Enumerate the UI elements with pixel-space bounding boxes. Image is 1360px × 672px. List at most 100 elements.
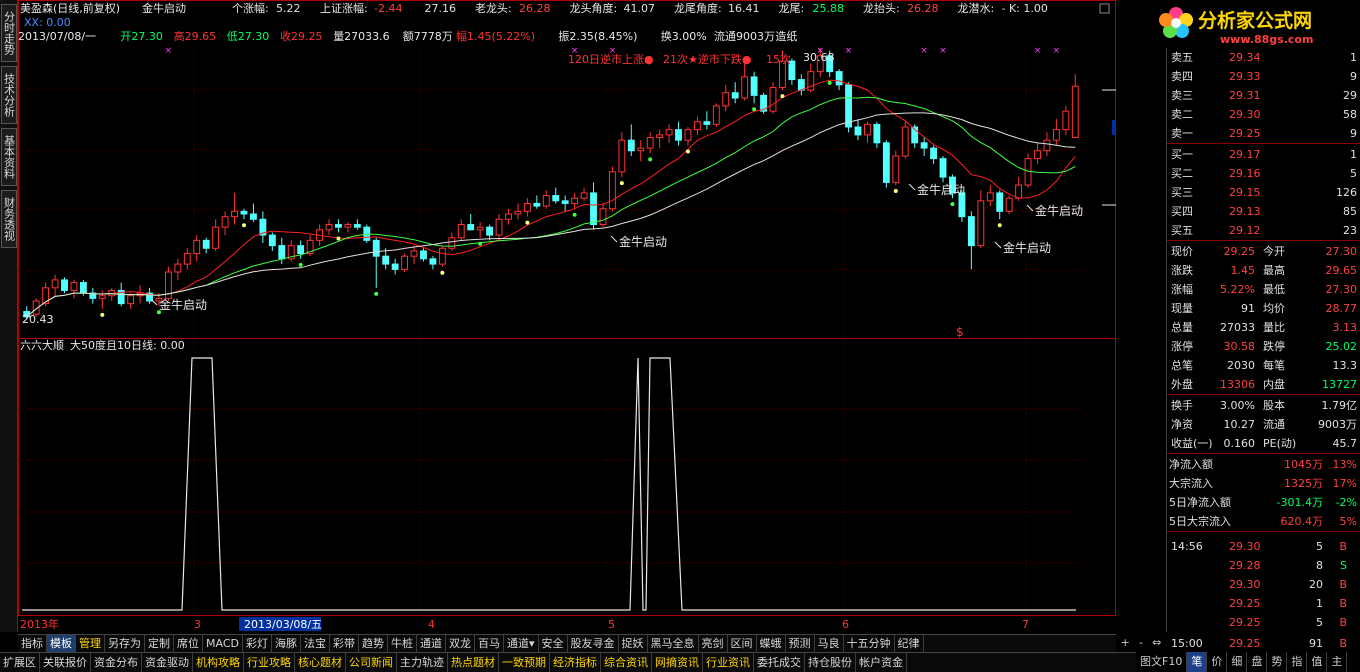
candle[interactable]: [1034, 150, 1041, 160]
indicator-button[interactable]: 牛桩: [388, 635, 417, 652]
candle[interactable]: [873, 123, 881, 144]
candle[interactable]: [61, 279, 68, 291]
indicator-button[interactable]: 纪律: [895, 635, 924, 652]
zoom-button[interactable]: ⇔: [1152, 634, 1161, 652]
candle[interactable]: [335, 224, 342, 228]
candle[interactable]: [51, 279, 59, 289]
candle[interactable]: [854, 126, 862, 136]
indicator-button[interactable]: 百马: [475, 635, 504, 652]
info-button[interactable]: 主力轨迹: [397, 653, 448, 672]
bottom-tab[interactable]: 图文F10: [1136, 652, 1188, 672]
info-button[interactable]: 资金驱动: [142, 653, 193, 672]
zoom-button[interactable]: +: [1121, 634, 1130, 652]
info-button[interactable]: 行业攻略: [244, 653, 295, 672]
info-button[interactable]: 核心题材: [295, 653, 346, 672]
candle[interactable]: [174, 263, 182, 273]
candle[interactable]: [939, 158, 947, 178]
candle[interactable]: [684, 129, 692, 141]
candle[interactable]: [476, 226, 484, 231]
indicator-button[interactable]: 席位: [174, 635, 203, 652]
indicator-button[interactable]: 双龙: [446, 635, 475, 652]
candle[interactable]: [278, 245, 286, 260]
bottom-tab[interactable]: 价: [1207, 652, 1228, 672]
left-tab[interactable]: 财务透视: [1, 190, 17, 248]
indicator-button[interactable]: 指标: [18, 635, 47, 652]
candle[interactable]: [401, 255, 409, 270]
candle[interactable]: [221, 216, 229, 228]
candle[interactable]: [845, 84, 852, 128]
candle[interactable]: [835, 71, 843, 86]
candle[interactable]: [930, 147, 938, 160]
candle[interactable]: [646, 137, 654, 149]
candle[interactable]: [1015, 184, 1023, 199]
info-button[interactable]: 经济指标: [550, 653, 601, 672]
candle[interactable]: [410, 250, 418, 257]
info-button[interactable]: 热点题材: [448, 653, 499, 672]
candle[interactable]: [542, 195, 550, 207]
candle[interactable]: [429, 258, 437, 265]
candle[interactable]: [1071, 85, 1079, 139]
candle[interactable]: [240, 210, 248, 215]
indicator-button[interactable]: MACD: [203, 635, 243, 652]
indicator-button[interactable]: 捉妖: [619, 635, 648, 652]
candle[interactable]: [353, 224, 361, 228]
candle[interactable]: [193, 239, 201, 255]
candle[interactable]: [703, 121, 711, 125]
kline-chart[interactable]: 美盈森(日线,前复权) 金牛启动 个涨幅: 5.22 上证涨幅: -2.44 27.16 老龙…: [18, 0, 1116, 632]
indicator-button[interactable]: 定制: [145, 635, 174, 652]
candle[interactable]: [250, 213, 257, 220]
indicator-button[interactable]: 另存为: [105, 635, 145, 652]
candle[interactable]: [967, 216, 975, 247]
candle[interactable]: [505, 213, 512, 220]
candle[interactable]: [722, 92, 730, 107]
candle[interactable]: [996, 192, 1004, 212]
info-button[interactable]: 帐户资金: [856, 653, 907, 672]
indicator-button[interactable]: 安全: [539, 635, 568, 652]
indicator-button[interactable]: 黑马全息: [648, 635, 699, 652]
candle[interactable]: [977, 200, 985, 247]
candle[interactable]: [382, 255, 390, 265]
candle[interactable]: [297, 245, 305, 255]
indicator-button[interactable]: 彩灯: [243, 635, 272, 652]
candle[interactable]: [552, 195, 560, 202]
candle[interactable]: [212, 226, 220, 249]
candle[interactable]: [183, 253, 191, 265]
candle[interactable]: [892, 155, 900, 183]
candle[interactable]: [731, 92, 739, 99]
left-tab[interactable]: 技术分析: [1, 66, 17, 124]
indicator-button[interactable]: 预测: [786, 635, 815, 652]
candle[interactable]: [344, 224, 352, 228]
candle[interactable]: [675, 129, 682, 141]
indicator-button[interactable]: 管理: [76, 635, 105, 652]
indicator-button[interactable]: 蝶蛾: [757, 635, 786, 652]
candle[interactable]: [1005, 197, 1013, 212]
candle[interactable]: [901, 126, 909, 157]
candle[interactable]: [627, 139, 635, 152]
info-button[interactable]: 网摘资讯: [652, 653, 703, 672]
candle[interactable]: [608, 171, 616, 210]
indicator-button[interactable]: 通道: [417, 635, 446, 652]
indicator-button[interactable]: 彩带: [330, 635, 359, 652]
candle[interactable]: [325, 224, 333, 231]
left-tab[interactable]: 基本资料: [1, 128, 17, 186]
candle[interactable]: [438, 247, 446, 265]
candle[interactable]: [712, 105, 720, 125]
candle[interactable]: [495, 218, 503, 236]
bottom-tab[interactable]: 势: [1267, 652, 1288, 672]
candle[interactable]: [590, 192, 597, 226]
candle[interactable]: [864, 123, 871, 136]
candle[interactable]: [741, 76, 749, 99]
candle[interactable]: [769, 86, 777, 112]
bottom-tab[interactable]: 值: [1307, 652, 1328, 672]
bottom-tab[interactable]: 盘: [1247, 652, 1268, 672]
candle[interactable]: [1052, 129, 1060, 141]
candle[interactable]: [693, 121, 701, 131]
candle[interactable]: [656, 134, 664, 139]
candle[interactable]: [797, 79, 805, 91]
info-button[interactable]: 持仓股份: [805, 653, 856, 672]
candle[interactable]: [1062, 110, 1070, 131]
candle[interactable]: [750, 76, 758, 96]
candle[interactable]: [486, 226, 494, 236]
bottom-tab[interactable]: 指: [1287, 652, 1308, 672]
candle[interactable]: [533, 202, 541, 207]
